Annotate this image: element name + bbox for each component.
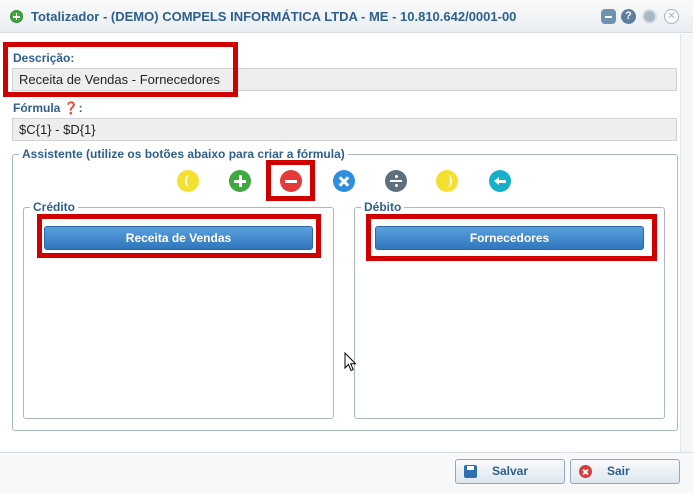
highlight-credito-item bbox=[37, 214, 321, 258]
exit-button-label: Sair bbox=[607, 464, 630, 478]
cancel-icon bbox=[579, 465, 592, 478]
close-paren-button[interactable] bbox=[436, 170, 458, 192]
formula-label: Fórmula ❓: bbox=[13, 101, 83, 115]
settings-icon[interactable] bbox=[642, 9, 657, 24]
scrollbar[interactable] bbox=[680, 34, 693, 452]
dialog-footer: Salvar Sair bbox=[0, 452, 693, 493]
highlight-minus bbox=[266, 160, 315, 201]
help-icon[interactable]: ? bbox=[621, 9, 636, 24]
times-button[interactable] bbox=[333, 170, 355, 192]
window-title: Totalizador - (DEMO) COMPELS INFORMÁTICA… bbox=[31, 9, 517, 24]
assistente-legend: Assistente (utilize os botões abaixo par… bbox=[22, 147, 345, 161]
backspace-button[interactable] bbox=[489, 170, 511, 192]
save-button[interactable]: Salvar bbox=[455, 459, 565, 484]
formula-input[interactable]: $C{1} - $D{1} bbox=[12, 118, 677, 141]
window-titlebar: Totalizador - (DEMO) COMPELS INFORMÁTICA… bbox=[0, 0, 693, 33]
open-paren-button[interactable] bbox=[177, 170, 199, 192]
save-button-label: Salvar bbox=[492, 464, 529, 478]
exit-button[interactable]: Sair bbox=[570, 459, 680, 484]
highlight-debito-item bbox=[366, 214, 657, 261]
highlight-descricao bbox=[3, 42, 238, 97]
floppy-disk-icon bbox=[464, 465, 477, 478]
divide-button[interactable] bbox=[385, 170, 407, 192]
debito-legend: Débito bbox=[364, 200, 402, 214]
plus-button[interactable] bbox=[229, 170, 251, 192]
close-icon[interactable]: ✕ bbox=[664, 9, 679, 24]
credito-legend: Crédito bbox=[33, 200, 75, 214]
minimize-icon[interactable] bbox=[601, 9, 616, 24]
add-circle-icon bbox=[10, 10, 23, 23]
